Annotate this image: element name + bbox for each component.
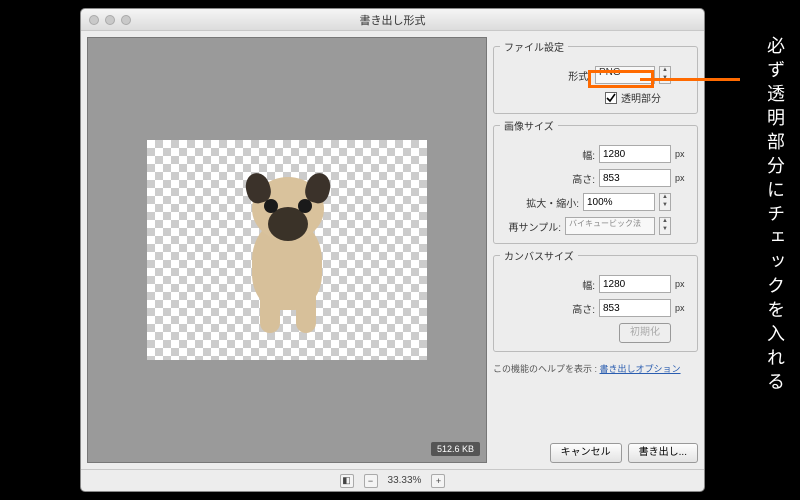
transparency-row: 透明部分 [500, 90, 691, 105]
img-width-label: 幅: [537, 147, 595, 162]
transparency-checkbox[interactable] [605, 92, 617, 104]
filesize-badge: 512.6 KB [431, 442, 480, 456]
unit-px: px [675, 149, 691, 159]
image-size-group: 画像サイズ 幅: px 高さ: px 拡大・縮小: ▲▼ [493, 118, 698, 244]
image-size-legend: 画像サイズ [500, 118, 558, 133]
zoom-level: 33.33% [388, 475, 422, 486]
preview-image [222, 165, 352, 335]
check-icon [606, 93, 616, 103]
cv-height-label: 高さ: [537, 301, 595, 316]
side-panel: ファイル設定 形式: PNG ▲▼ 透明部分 画像サイズ 幅: [493, 37, 698, 463]
transparency-label: 透明部分 [621, 90, 661, 105]
file-settings-legend: ファイル設定 [500, 39, 568, 54]
scale-stepper[interactable]: ▲▼ [659, 193, 671, 211]
close-icon[interactable] [89, 15, 99, 25]
window-controls [89, 15, 131, 25]
annotation-arrow [640, 78, 740, 81]
scale-label: 拡大・縮小: [521, 195, 579, 210]
cv-width-input[interactable] [599, 275, 671, 293]
help-row: この機能のヘルプを表示 : 書き出しオプション [493, 362, 698, 375]
format-select[interactable]: PNG [595, 66, 655, 84]
minimize-icon[interactable] [105, 15, 115, 25]
canvas-size-legend: カンバスサイズ [500, 248, 578, 263]
cv-height-input[interactable] [599, 299, 671, 317]
transparency-checker [147, 140, 427, 360]
zoom-out-icon[interactable]: − [364, 474, 378, 488]
zoom-icon[interactable] [121, 15, 131, 25]
img-height-input[interactable] [599, 169, 671, 187]
dialog-title: 書き出し形式 [81, 12, 704, 28]
cv-width-label: 幅: [537, 277, 595, 292]
export-dialog: 書き出し形式 512.6 KB ファイル設定 形式: [80, 8, 705, 492]
zoom-in-icon[interactable]: + [431, 474, 445, 488]
titlebar: 書き出し形式 [81, 9, 704, 31]
zoom-bar: ◧ − 33.33% + [81, 469, 704, 491]
footer-buttons: キャンセル 書き出し... [493, 437, 698, 463]
unit-px: px [675, 303, 691, 313]
help-prefix: この機能のヘルプを表示 : [493, 364, 600, 374]
help-link[interactable]: 書き出しオプション [600, 364, 681, 374]
format-stepper[interactable]: ▲▼ [659, 66, 671, 84]
file-settings-group: ファイル設定 形式: PNG ▲▼ 透明部分 [493, 39, 698, 114]
preview-pane: 512.6 KB [87, 37, 487, 463]
crop-icon[interactable]: ◧ [340, 474, 354, 488]
reset-button[interactable]: 初期化 [619, 323, 671, 343]
scale-input[interactable] [583, 193, 655, 211]
resample-label: 再サンプル: [503, 219, 561, 234]
img-height-label: 高さ: [537, 171, 595, 186]
resample-stepper[interactable]: ▲▼ [659, 217, 671, 235]
unit-px: px [675, 173, 691, 183]
format-label: 形式: [533, 68, 591, 83]
resample-select[interactable]: バイキュービック法 [565, 217, 655, 235]
dialog-body: 512.6 KB ファイル設定 形式: PNG ▲▼ 透明部分 [81, 31, 704, 469]
canvas-size-group: カンバスサイズ 幅: px 高さ: px 初期化 [493, 248, 698, 352]
export-button[interactable]: 書き出し... [628, 443, 698, 463]
cancel-button[interactable]: キャンセル [550, 443, 622, 463]
unit-px: px [675, 279, 691, 289]
img-width-input[interactable] [599, 145, 671, 163]
annotation-text: 必ず透明部分にチェックを入れる [766, 36, 784, 396]
